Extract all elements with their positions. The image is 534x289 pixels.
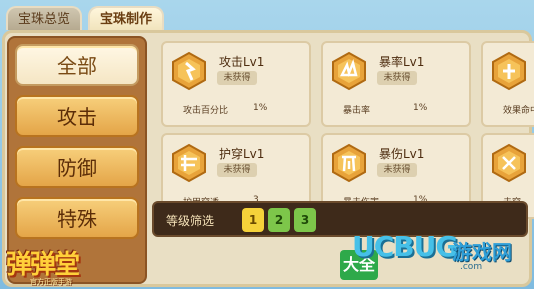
- site-watermark: 大全 UCBUG 游戏网 .com: [340, 228, 534, 286]
- logo-subtitle: 官方正版手游: [30, 278, 72, 286]
- gem-stat-value: 1%: [253, 103, 268, 113]
- sidebar-item-attack[interactable]: 攻击: [15, 95, 139, 137]
- gem-name: 暴伤Lv1: [379, 147, 425, 161]
- tab-crafting[interactable]: 宝珠制作: [88, 6, 165, 30]
- gem-card-hit[interactable]: 超 未 效果命中: [481, 41, 534, 127]
- tab-overview[interactable]: 宝珠总览: [6, 6, 83, 30]
- watermark-cn: 游戏网: [452, 240, 512, 264]
- level-2-button[interactable]: 2: [268, 208, 290, 232]
- tab-bar: 宝珠总览 宝珠制作: [6, 6, 165, 30]
- level-filter-label: 等级筛选: [166, 214, 215, 228]
- gem-status-badge: 未获得: [377, 163, 417, 177]
- gem-attack-icon: [169, 51, 209, 91]
- game-window: 宝珠总览 宝珠制作 全部 攻击 防御 特殊 攻击Lv1 未获得 攻击百分比 1%: [0, 0, 534, 289]
- gem-status-badge: 未获得: [217, 163, 257, 177]
- watermark-main: UCBUG: [352, 230, 458, 263]
- sidebar-item-all[interactable]: 全部: [15, 44, 139, 86]
- level-1-button[interactable]: 1: [242, 208, 264, 232]
- gem-penetrate-icon: [489, 143, 529, 183]
- sidebar-item-defense[interactable]: 防御: [15, 146, 139, 188]
- gem-grid: 攻击Lv1 未获得 攻击百分比 1% 暴率Lv1 未获得 暴击率 1% 超 未: [161, 41, 534, 221]
- gem-stat-label: 暴击率: [343, 106, 371, 116]
- gem-card-attack[interactable]: 攻击Lv1 未获得 攻击百分比 1%: [161, 41, 311, 127]
- gem-name: 攻击Lv1: [219, 55, 265, 69]
- gem-stat-label: 攻击百分比: [183, 106, 229, 116]
- gem-card-crit-rate[interactable]: 暴率Lv1 未获得 暴击率 1%: [321, 41, 471, 127]
- gem-name: 护穿Lv1: [219, 147, 265, 161]
- gem-name: 暴率Lv1: [379, 55, 425, 69]
- level-3-button[interactable]: 3: [294, 208, 316, 232]
- gem-status-badge: 未获得: [217, 71, 257, 85]
- gem-crit-rate-icon: [329, 51, 369, 91]
- gem-stat-label: 效果命中: [503, 106, 534, 116]
- game-logo: 弹弹堂 官方正版手游: [2, 244, 106, 286]
- gem-status-badge: 未获得: [377, 71, 417, 85]
- watermark-url: .com: [460, 262, 483, 272]
- gem-hit-icon: [489, 51, 529, 91]
- gem-stat-value: 1%: [413, 103, 428, 113]
- logo-title: 弹弹堂: [6, 250, 80, 280]
- gem-armor-pierce-icon: [169, 143, 209, 183]
- gem-crit-damage-icon: [329, 143, 369, 183]
- sidebar-item-special[interactable]: 特殊: [15, 197, 139, 239]
